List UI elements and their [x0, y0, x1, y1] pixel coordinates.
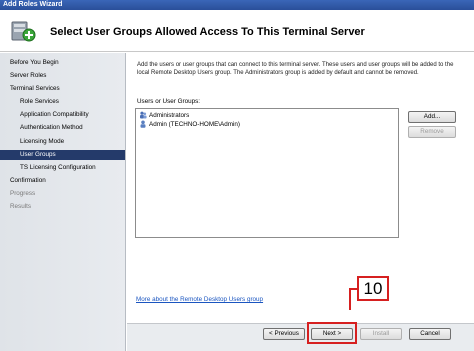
wizard-nav: Before You Begin Server Roles Terminal S… [0, 53, 126, 351]
nav-item-authentication-method[interactable]: Authentication Method [0, 123, 125, 133]
nav-item-terminal-services[interactable]: Terminal Services [0, 84, 125, 94]
user-group-icon [140, 111, 147, 119]
page-title: Select User Groups Allowed Access To Thi… [50, 26, 365, 38]
nav-item-licensing-mode[interactable]: Licensing Mode [0, 137, 125, 147]
nav-item-server-roles[interactable]: Server Roles [0, 71, 125, 81]
install-button[interactable]: Install [360, 328, 402, 340]
server-add-icon [11, 21, 36, 42]
nav-item-ts-licensing-configuration[interactable]: TS Licensing Configuration [0, 163, 125, 173]
callout-connector [349, 288, 351, 310]
cancel-button[interactable]: Cancel [409, 328, 451, 340]
users-listbox[interactable]: Administrators Admin (TECHNO-HOME\Admin) [135, 108, 399, 238]
list-item[interactable]: Administrators [139, 111, 189, 120]
description-text: Add the users or user groups that can co… [137, 62, 454, 76]
previous-button[interactable]: < Previous [263, 328, 305, 340]
next-button-highlight [307, 322, 357, 344]
step-number-callout: 10 [357, 276, 389, 301]
list-item[interactable]: Admin (TECHNO-HOME\Admin) [139, 120, 240, 129]
users-list-label: Users or User Groups: [137, 98, 200, 105]
nav-item-application-compatibility[interactable]: Application Compatibility [0, 110, 125, 120]
nav-item-results: Results [10, 203, 31, 210]
nav-item-progress: Progress [10, 190, 36, 197]
nav-item-role-services[interactable]: Role Services [0, 97, 125, 107]
help-link[interactable]: More about the Remote Desktop Users grou… [136, 296, 263, 303]
nav-item-user-groups[interactable]: User Groups [0, 150, 125, 160]
add-button[interactable]: Add... [408, 111, 456, 123]
nav-item-confirmation[interactable]: Confirmation [0, 176, 125, 186]
user-icon [140, 120, 146, 129]
list-item-label: Administrators [149, 112, 190, 119]
nav-item-before-you-begin[interactable]: Before You Begin [0, 58, 125, 68]
list-item-label: Admin (TECHNO-HOME\Admin) [149, 121, 240, 128]
wizard-header: Select User Groups Allowed Access To Thi… [0, 10, 474, 52]
main-panel: Add the users or user groups that can co… [127, 53, 474, 323]
window-title: Add Roles Wizard [0, 0, 474, 10]
remove-button[interactable]: Remove [408, 126, 456, 138]
